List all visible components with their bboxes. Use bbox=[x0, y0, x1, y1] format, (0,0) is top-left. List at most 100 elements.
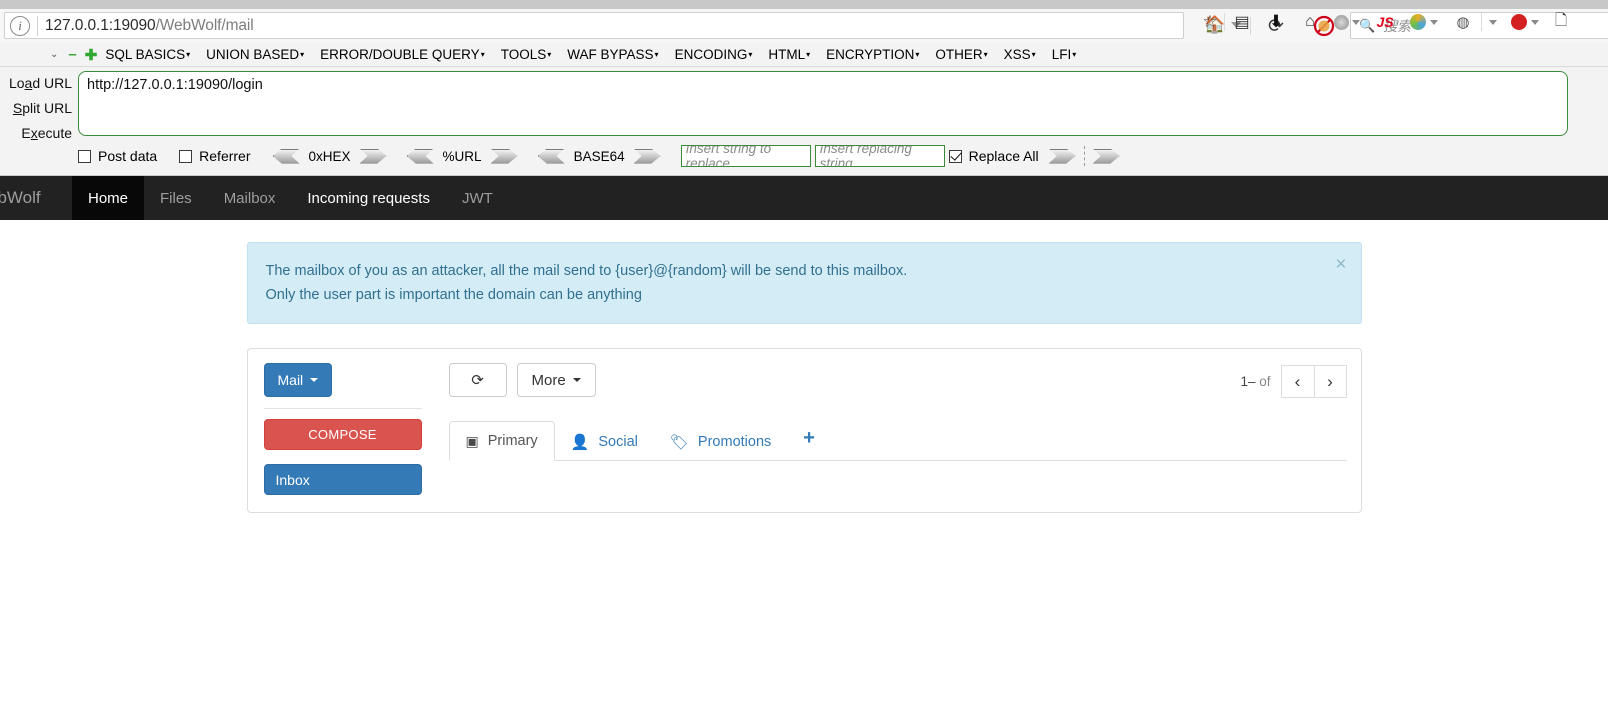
download-icon[interactable]: ⬇ bbox=[1259, 12, 1293, 32]
extra-arrow-icon[interactable] bbox=[1092, 148, 1120, 164]
menu-label: UNION BASED bbox=[206, 47, 300, 62]
arrow-left-icon[interactable] bbox=[406, 148, 434, 164]
menu-label: TOOLS bbox=[500, 47, 547, 62]
hackbar-menu-error-double-query[interactable]: ERROR/DOUBLE QUERY▾ bbox=[320, 47, 485, 62]
compose-button[interactable]: COMPOSE bbox=[263, 419, 422, 450]
arrow-left-icon[interactable] bbox=[272, 148, 300, 164]
nav-item-home[interactable]: Home bbox=[72, 176, 145, 220]
address-bar-url: 127.0.0.1:19090/WebWolf/mail bbox=[45, 16, 254, 34]
arrow-left-icon[interactable] bbox=[537, 148, 565, 164]
account-icon[interactable] bbox=[1327, 14, 1367, 30]
mail-sidebar: Mail COMPOSE Inbox bbox=[262, 363, 437, 495]
webwolf-brand[interactable]: ebWolf bbox=[0, 176, 72, 220]
refresh-button[interactable]: ⟳ bbox=[448, 363, 507, 397]
load-url-button[interactable]: Load URL bbox=[0, 71, 72, 96]
arrow-right-icon[interactable] bbox=[490, 148, 518, 164]
extension-icon[interactable] bbox=[1504, 14, 1546, 30]
hackbar-menu-xss[interactable]: XSS▾ bbox=[1004, 47, 1036, 62]
plus-icon[interactable]: ✚ bbox=[85, 46, 98, 64]
home-icon[interactable]: ⌂ bbox=[1293, 13, 1327, 31]
tab-promotions[interactable]: 🏷 Promotions bbox=[654, 423, 787, 461]
nav-item-incoming-requests[interactable]: Incoming requests bbox=[291, 176, 446, 220]
nav-item-mailbox[interactable]: Mailbox bbox=[208, 176, 292, 220]
chevron-down-icon[interactable]: ⌄ bbox=[50, 49, 58, 60]
tab-social[interactable]: 👤 Social bbox=[555, 423, 654, 461]
minus-icon[interactable]: – bbox=[68, 46, 76, 63]
more-button[interactable]: More bbox=[516, 363, 596, 397]
page-icon[interactable]: 🗋 bbox=[1546, 10, 1576, 35]
checkbox-box bbox=[948, 149, 962, 163]
browser-tab-2-active[interactable] bbox=[183, 0, 403, 9]
label-pre: E bbox=[21, 125, 31, 141]
hackbar-url-textarea[interactable]: http://127.0.0.1:19090/login bbox=[78, 71, 1568, 136]
execute-button[interactable]: Execute bbox=[0, 121, 72, 146]
info-icon[interactable]: i bbox=[10, 15, 30, 36]
mail-dropdown-button[interactable]: Mail bbox=[263, 363, 333, 397]
nav-item-files[interactable]: Files bbox=[144, 176, 208, 220]
tab-primary-label: Primary bbox=[487, 433, 538, 449]
label-pre: Lo bbox=[8, 75, 25, 91]
hackbar-menu-encoding[interactable]: ENCODING▾ bbox=[675, 47, 753, 62]
address-bar[interactable]: i 127.0.0.1:19090/WebWolf/mail bbox=[4, 12, 1184, 39]
close-icon[interactable]: × bbox=[1335, 255, 1346, 274]
library-icon[interactable]: ▤ bbox=[1225, 12, 1259, 32]
hackbar-menu-tools[interactable]: TOOLS▾ bbox=[501, 47, 552, 62]
mail-category-tabs: ▣ Primary 👤 Social 🏷 Promotions + bbox=[448, 415, 1347, 461]
sync-icon[interactable] bbox=[1403, 14, 1445, 30]
more-label: More bbox=[531, 371, 566, 389]
mail-panel-inner: Mail COMPOSE Inbox ⟳ More ▣ Primary 👤 So… bbox=[248, 349, 1361, 509]
pagination-next-button[interactable]: › bbox=[1313, 365, 1347, 398]
caret-down-icon bbox=[572, 378, 581, 382]
menu-label: ERROR/DOUBLE QUERY bbox=[320, 47, 480, 62]
referrer-checkbox[interactable]: Referrer bbox=[179, 148, 251, 164]
alert-line-1: The mailbox of you as an attacker, all t… bbox=[265, 263, 908, 279]
split-url-button[interactable]: Split URL bbox=[0, 96, 72, 121]
hackbar-menu-lfi[interactable]: LFI▾ bbox=[1052, 47, 1077, 62]
caret-icon: ▾ bbox=[300, 50, 305, 59]
label-post: plit URL bbox=[22, 100, 72, 116]
pagination-prev-button[interactable]: ‹ bbox=[1280, 365, 1314, 398]
replace-all-checkbox[interactable]: Replace All bbox=[948, 148, 1039, 164]
pagination-range: 1– bbox=[1240, 374, 1256, 389]
mail-dropdown-label: Mail bbox=[277, 372, 304, 388]
arrow-right-icon[interactable] bbox=[359, 148, 387, 164]
arrow-right-icon[interactable] bbox=[633, 148, 661, 164]
js-icon[interactable]: JS bbox=[1367, 14, 1403, 30]
browser-tab-3[interactable] bbox=[403, 0, 1608, 9]
hackbar-menu-html[interactable]: HTML▾ bbox=[768, 47, 810, 62]
menu-label: ENCRYPTION bbox=[826, 47, 915, 62]
hackbar-menu-encryption[interactable]: ENCRYPTION▾ bbox=[826, 47, 919, 62]
replace-with-input[interactable]: Insert replacing string bbox=[814, 145, 945, 167]
encoder-label-url: %URL bbox=[442, 148, 482, 164]
browser-tab-strip[interactable] bbox=[0, 0, 1608, 9]
post-data-checkbox[interactable]: Post data bbox=[78, 148, 157, 164]
address-bar-divider bbox=[37, 15, 38, 36]
menu-label: WAF BYPASS bbox=[567, 47, 654, 62]
chevron-down-icon[interactable] bbox=[1482, 19, 1504, 25]
inbox-button[interactable]: Inbox bbox=[263, 464, 422, 495]
label-post: ecute bbox=[37, 125, 72, 141]
hackbar-menu-sql-basics[interactable]: SQL BASICS▾ bbox=[105, 47, 190, 62]
palette-icon[interactable]: ◍ bbox=[1445, 13, 1481, 31]
tab-primary[interactable]: ▣ Primary bbox=[448, 421, 555, 461]
add-tab-button[interactable]: + bbox=[787, 416, 831, 461]
hackbar-menu-other[interactable]: OTHER▾ bbox=[935, 47, 987, 62]
hackbar-menu-union-based[interactable]: UNION BASED▾ bbox=[206, 47, 304, 62]
post-data-label: Post data bbox=[98, 148, 158, 164]
hackbar-menu-waf-bypass[interactable]: WAF BYPASS▾ bbox=[567, 47, 658, 62]
caret-icon: ▾ bbox=[1031, 50, 1036, 59]
replace-apply-arrow-icon[interactable] bbox=[1048, 148, 1076, 164]
menu-label: HTML bbox=[768, 47, 806, 62]
webwolf-navbar: ebWolf Home Files Mailbox Incoming reque… bbox=[0, 176, 1608, 220]
browser-tab-1[interactable] bbox=[0, 0, 183, 9]
caret-icon: ▾ bbox=[186, 50, 191, 59]
hackbar-options-row: Post data Referrer 0xHEX %URL BASE64 Ins… bbox=[78, 142, 1120, 170]
hackbar-url-value: http://127.0.0.1:19090/login bbox=[87, 77, 263, 93]
encoder-label-hex: 0xHEX bbox=[308, 148, 351, 164]
mail-panel: 1– of ‹ › Mail COMPOSE Inbox ⟳ More ▣ Pr… bbox=[246, 348, 1362, 513]
checkbox-box bbox=[78, 149, 91, 163]
nav-item-jwt[interactable]: JWT bbox=[446, 176, 509, 220]
menu-label: SQL BASICS bbox=[105, 47, 186, 62]
replace-find-input[interactable]: Insert string to replace bbox=[680, 145, 811, 167]
star-icon[interactable]: ☆ bbox=[1196, 12, 1224, 32]
